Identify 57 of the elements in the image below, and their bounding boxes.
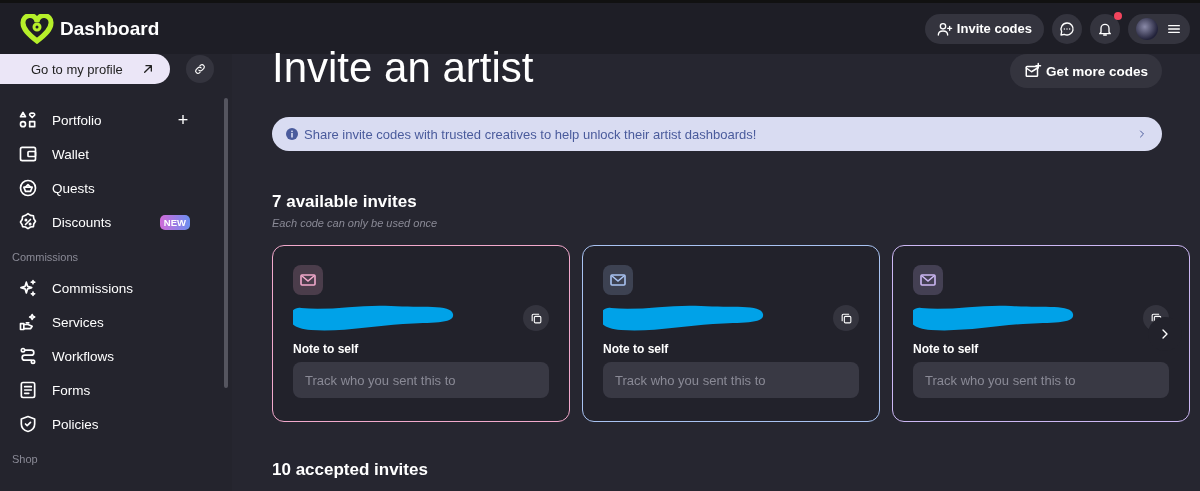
nav-item[interactable]: Policies: [18, 407, 190, 441]
nav-item[interactable]: Quests: [18, 171, 190, 205]
invite-codes-button[interactable]: Invite codes: [924, 13, 1044, 44]
section-title: 10 accepted invites: [272, 460, 429, 480]
copy-icon: [529, 311, 543, 325]
get-more-codes-button[interactable]: Get more codes: [1009, 54, 1162, 88]
nav-item[interactable]: Portfolio +: [18, 103, 190, 137]
add-person-icon: [936, 20, 953, 37]
document-icon: [18, 380, 38, 400]
chat-button[interactable]: [1052, 13, 1082, 44]
chat-icon: [1059, 20, 1075, 37]
note-input[interactable]: Track who you sent this to: [913, 362, 1169, 398]
mail-icon: [603, 265, 633, 295]
copy-icon: [839, 311, 853, 325]
section-heading: Commissions: [12, 251, 79, 265]
section-title: 7 available invites: [272, 192, 418, 212]
basket-icon: [18, 178, 38, 198]
field-label: Note to self: [603, 342, 670, 356]
field-label: Note to self: [293, 342, 360, 356]
profile-button[interactable]: Go to my profile: [0, 54, 170, 84]
nav-item[interactable]: Workflows: [18, 339, 190, 373]
nav-item[interactable]: Discounts NEW: [18, 205, 190, 239]
nav-item[interactable]: Services: [18, 305, 190, 339]
percent-badge-icon: [18, 212, 38, 232]
mail-icon: [293, 265, 323, 295]
nav-item[interactable]: Wallet: [18, 137, 190, 171]
scrollbar[interactable]: [224, 98, 228, 388]
notifications-button[interactable]: [1090, 13, 1120, 44]
banner-text: Share invite codes with trusted creatives to help unlock their artist dashboards!: [304, 126, 758, 142]
section-note: Each code can only be used once: [272, 217, 439, 229]
section-heading: Shop: [12, 453, 39, 467]
account-menu-button[interactable]: [1128, 13, 1190, 44]
wallet-icon: [18, 144, 38, 164]
info-banner[interactable]: Share invite codes with trusted creatives to help unlock their artist dashboards!: [272, 117, 1162, 151]
copy-button[interactable]: [833, 305, 859, 331]
nav-item[interactable]: Commissions: [18, 271, 190, 305]
add-button[interactable]: +: [176, 109, 190, 131]
shapes-icon: [18, 110, 38, 130]
nav-item[interactable]: Forms: [18, 373, 190, 407]
shield-check-icon: [18, 414, 38, 434]
new-badge: NEW: [159, 214, 190, 230]
mail-plus-icon: [1023, 62, 1042, 80]
mail-icon: [913, 265, 943, 295]
heart-logo-icon: [20, 13, 54, 44]
link-button[interactable]: [186, 55, 214, 83]
app-title: Dashboard: [60, 17, 160, 40]
copy-button[interactable]: [523, 305, 549, 331]
workflow-icon: [18, 346, 38, 366]
note-input[interactable]: Track who you sent this to: [293, 362, 549, 398]
avatar: [1136, 17, 1158, 40]
info-icon: [286, 128, 298, 140]
note-input[interactable]: Track who you sent this to: [603, 362, 859, 398]
sparkles-icon: [18, 278, 38, 298]
hand-sparkle-icon: [18, 312, 38, 332]
page-title: Invite an artist: [272, 46, 534, 90]
link-icon: [193, 62, 207, 76]
field-label: Note to self: [913, 342, 980, 356]
